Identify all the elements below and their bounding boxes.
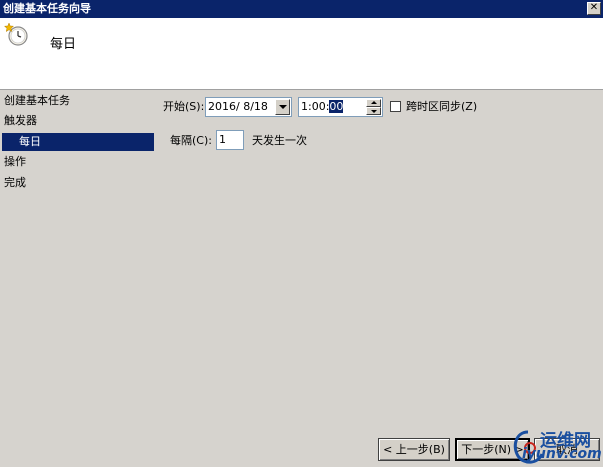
close-icon: ✕ — [589, 2, 599, 13]
time-up-button[interactable] — [366, 99, 381, 107]
start-time-prefix: 1:00: — [301, 100, 330, 113]
title-bar: 创建基本任务向导 ✕ — [0, 0, 603, 18]
clock-star-icon — [4, 22, 28, 46]
chevron-down-icon — [279, 105, 287, 109]
start-date-picker[interactable]: 2016/ 8/18 — [205, 97, 292, 117]
page-title: 每日 — [50, 37, 77, 52]
time-down-button[interactable] — [366, 107, 381, 115]
sidebar-item-action[interactable]: 操作 — [4, 153, 26, 171]
wizard-header: 每日 — [0, 18, 603, 90]
sidebar-item-daily[interactable]: 每日 — [2, 133, 154, 151]
recur-days-input[interactable]: 1 — [216, 130, 244, 150]
window-title: 创建基本任务向导 — [3, 2, 91, 15]
sync-timezone-label[interactable]: 跨时区同步(Z) — [406, 97, 477, 117]
start-time-input[interactable]: 1:00:00 — [298, 97, 383, 117]
recur-label: 每隔(C): — [170, 134, 212, 147]
start-label: 开始(S): — [163, 100, 205, 113]
time-spinner[interactable] — [366, 99, 381, 115]
sidebar-item-trigger[interactable]: 触发器 — [4, 112, 37, 130]
sidebar-item-finish[interactable]: 完成 — [4, 174, 26, 192]
recur-suffix: 天发生一次 — [252, 134, 307, 147]
close-button[interactable]: ✕ — [587, 2, 601, 15]
watermark-text-url: iyunv.com — [522, 446, 602, 462]
recur-days-value: 1 — [219, 133, 226, 146]
back-button[interactable]: < 上一步(B) — [378, 438, 450, 461]
date-dropdown-button[interactable] — [275, 99, 290, 115]
arrow-down-icon — [371, 110, 377, 113]
start-date-value: 2016/ 8/18 — [208, 100, 268, 113]
sync-timezone-checkbox[interactable] — [390, 101, 401, 112]
arrow-up-icon — [371, 101, 377, 104]
watermark-logo: 运维网 iyunv.com — [508, 426, 603, 467]
sidebar-item-create-basic-task[interactable]: 创建基本任务 — [4, 92, 70, 110]
start-time-selected-segment: 00 — [329, 100, 344, 113]
